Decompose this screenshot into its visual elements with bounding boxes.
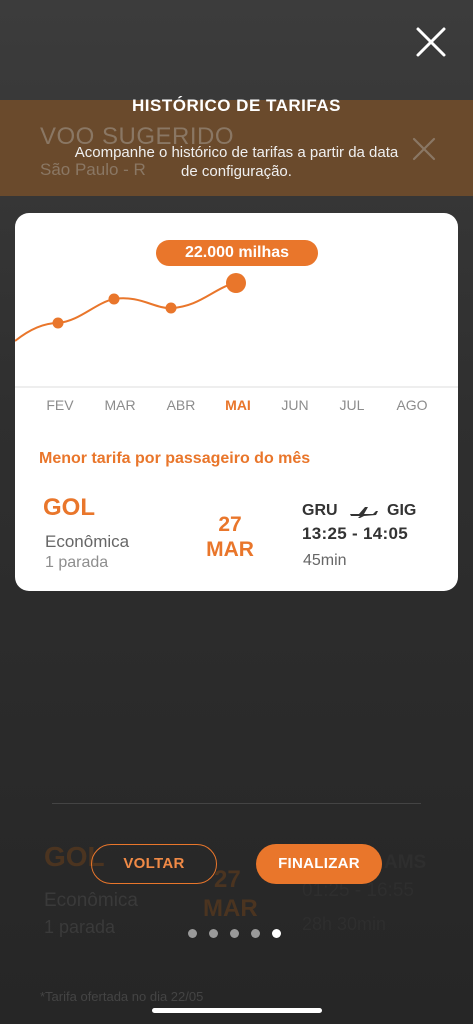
chart-point-fev[interactable] (52, 317, 64, 329)
chart-point-mar[interactable] (108, 293, 120, 305)
page-dot[interactable] (209, 929, 218, 938)
page-dot[interactable] (230, 929, 239, 938)
bg-flight-day: 27 (214, 866, 241, 893)
flight-day: 27 (218, 513, 242, 536)
month-label-mai[interactable]: MAI (216, 397, 260, 413)
flight-duration: 45min (303, 552, 347, 569)
svg-text:GOL: GOL (43, 494, 95, 518)
month-label-fev[interactable]: FEV (38, 397, 82, 413)
chart-point-mai[interactable] (226, 273, 246, 293)
fare-history-card: 22.000 milhas FEV MAR ABR MAI JUN JUL AG… (15, 213, 458, 591)
overlay-title: HISTÓRICO DE TARIFAS (132, 96, 341, 115)
miles-value-badge: 22.000 milhas (156, 240, 318, 266)
stops-count: 1 parada (45, 554, 109, 571)
origin-airport: GRU (302, 502, 338, 519)
page-dot[interactable] (188, 929, 197, 938)
divider (52, 803, 421, 804)
month-label-ago[interactable]: AGO (390, 397, 434, 413)
bg-flight-duration: 28h 30min (302, 914, 387, 934)
overlay-subtitle: Acompanhe o histórico de tarifas a parti… (74, 144, 399, 180)
month-label-jun[interactable]: JUN (273, 397, 317, 413)
cabin-class: Econômica (45, 532, 130, 551)
month-label-mar[interactable]: MAR (98, 397, 142, 413)
home-indicator[interactable] (152, 1008, 322, 1013)
close-icon[interactable] (414, 25, 448, 59)
bg-stops: 1 parada (44, 917, 116, 937)
banner-close-icon (412, 137, 436, 161)
lowest-fare-label: Menor tarifa por passageiro do mês (39, 450, 311, 467)
finish-button[interactable]: FINALIZAR (256, 844, 382, 884)
destination-airport: GIG (387, 502, 417, 519)
page-dot-active[interactable] (272, 929, 281, 938)
bg-cabin-class: Econômica (44, 890, 138, 911)
bg-flight-month: MAR (203, 895, 258, 922)
bg-footnote: *Tarifa ofertada no dia 22/05 (40, 989, 204, 1004)
chart-point-abr[interactable] (165, 302, 177, 314)
chart-line (15, 282, 237, 342)
month-label-abr[interactable]: ABR (159, 397, 203, 413)
flight-month: MAR (206, 538, 254, 561)
page-dot[interactable] (251, 929, 260, 938)
bg-route-destination: AMS (384, 852, 427, 873)
month-label-jul[interactable]: JUL (330, 397, 374, 413)
plane-icon (350, 507, 378, 518)
flight-times: 13:25 - 14:05 (302, 524, 408, 543)
back-button[interactable]: VOLTAR (91, 844, 217, 884)
gol-logo-icon: GOL (43, 494, 95, 518)
